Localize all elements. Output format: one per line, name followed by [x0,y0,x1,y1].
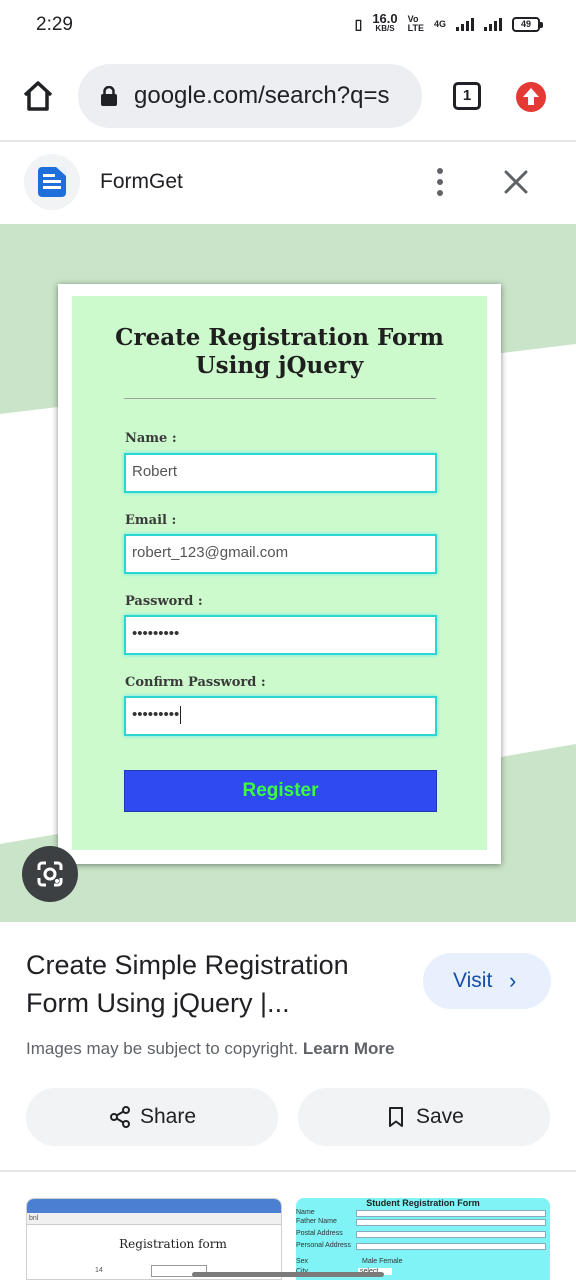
thumb2-row-label: Father Name [296,1218,337,1225]
browser-toolbar: google.com/search?q=s 1 [0,60,576,134]
name-label: Name : [125,431,177,446]
registration-form-image: Create Registration Form Using jQuery Na… [58,284,501,864]
email-label: Email : [125,513,177,528]
volte-indicator: Vo LTE [408,15,424,33]
tab-switcher-button[interactable]: 1 [453,82,481,110]
name-field: Robert [124,453,437,493]
google-lens-icon[interactable] [22,846,78,902]
thumb2-row: Name [296,1209,550,1217]
form-divider [124,398,436,399]
save-button[interactable]: Save [298,1088,550,1146]
address-bar[interactable]: google.com/search?q=s [78,64,422,128]
learn-more-link[interactable]: Learn More [303,1039,395,1058]
thumb1-header-bar [27,1199,281,1213]
home-icon[interactable] [20,78,56,114]
network-type: 4G [433,19,446,29]
bookmark-icon [389,1107,403,1127]
password-label: Password : [125,594,203,609]
password-field: ••••••••• [124,615,437,655]
lock-icon [101,86,117,106]
url-text: google.com/search?q=s [134,82,390,109]
thumb1-title: Registration form [119,1237,227,1251]
signal-icon-2 [484,17,502,31]
thumb2-row: Personal Address [296,1242,550,1250]
thumb2-row: Father Name [296,1218,550,1226]
speed-value: 16.0 [372,11,398,26]
result-title[interactable]: Create Simple Registration Form Using jQ… [26,946,406,1022]
text-caret [180,706,182,725]
thumb1-header-text: bnl [29,1215,39,1222]
signal-icon [456,17,474,31]
form-title-line1: Create Registration Form [115,324,444,351]
chevron-right-icon: › [509,968,517,993]
share-label: Share [140,1105,197,1128]
gesture-nav-bar[interactable] [192,1272,384,1277]
source-name[interactable]: FormGet [100,170,183,194]
form-panel: Create Registration Form Using jQuery Na… [72,296,487,850]
thumb2-row: Sex Male Female [296,1258,550,1266]
volte-bottom: LTE [407,23,424,33]
source-header: FormGet [0,142,576,224]
battery-icon: 49 [512,16,543,32]
status-bar: 2:29 ▯ 16.0 KB/S Vo LTE 4G 49 [0,0,576,52]
visit-button[interactable]: Visit › [423,953,551,1009]
network-speed: 16.0 KB/S [372,11,398,34]
thumb2-row: Postal Address [296,1230,550,1238]
thumb2-row-label: Postal Address [296,1230,343,1237]
status-time: 2:29 [36,14,73,35]
save-label: Save [416,1105,464,1128]
close-icon[interactable] [500,166,532,198]
thumb2-row-label: Sex [296,1258,309,1265]
thumb2-row-label: Name [296,1209,315,1216]
confirm-password-label: Confirm Password : [125,675,266,690]
related-image-1[interactable]: bnl Registration form 14 [26,1198,282,1280]
image-preview[interactable]: Create Registration Form Using jQuery Na… [0,224,576,922]
visit-label: Visit [453,969,493,992]
thumb1-subbar: bnl [27,1213,281,1225]
register-button-image: Register [124,770,437,812]
form-title-line2: Using jQuery [195,352,364,379]
status-icons: ▯ 16.0 KB/S Vo LTE 4G 49 [354,11,543,34]
formget-logo[interactable] [24,154,80,210]
speed-unit: KB/S [375,24,395,33]
thumb2-sex-options: Male Female [362,1258,403,1265]
share-icon [110,1106,130,1128]
thumb2-title: Student Registration Form [366,1198,480,1208]
vibrate-icon: ▯ [354,15,363,32]
copyright-notice: Images may be subject to copyright. Lear… [26,1039,395,1059]
email-field: robert_123@gmail.com [124,534,437,574]
more-options-icon[interactable] [428,166,452,198]
update-icon[interactable] [514,80,548,114]
thumb2-row-label: Personal Address [296,1242,351,1249]
copyright-text: Images may be subject to copyright. [26,1039,299,1058]
section-divider [0,1170,576,1172]
form-title: Create Registration Form Using jQuery [72,324,487,380]
thumb1-number: 14 [95,1267,103,1274]
related-image-2[interactable]: Student Registration Form Name Father Na… [296,1198,550,1280]
confirm-password-field: ••••••••• [124,696,437,736]
share-button[interactable]: Share [26,1088,278,1146]
confirm-password-value: ••••••••• [132,706,180,723]
